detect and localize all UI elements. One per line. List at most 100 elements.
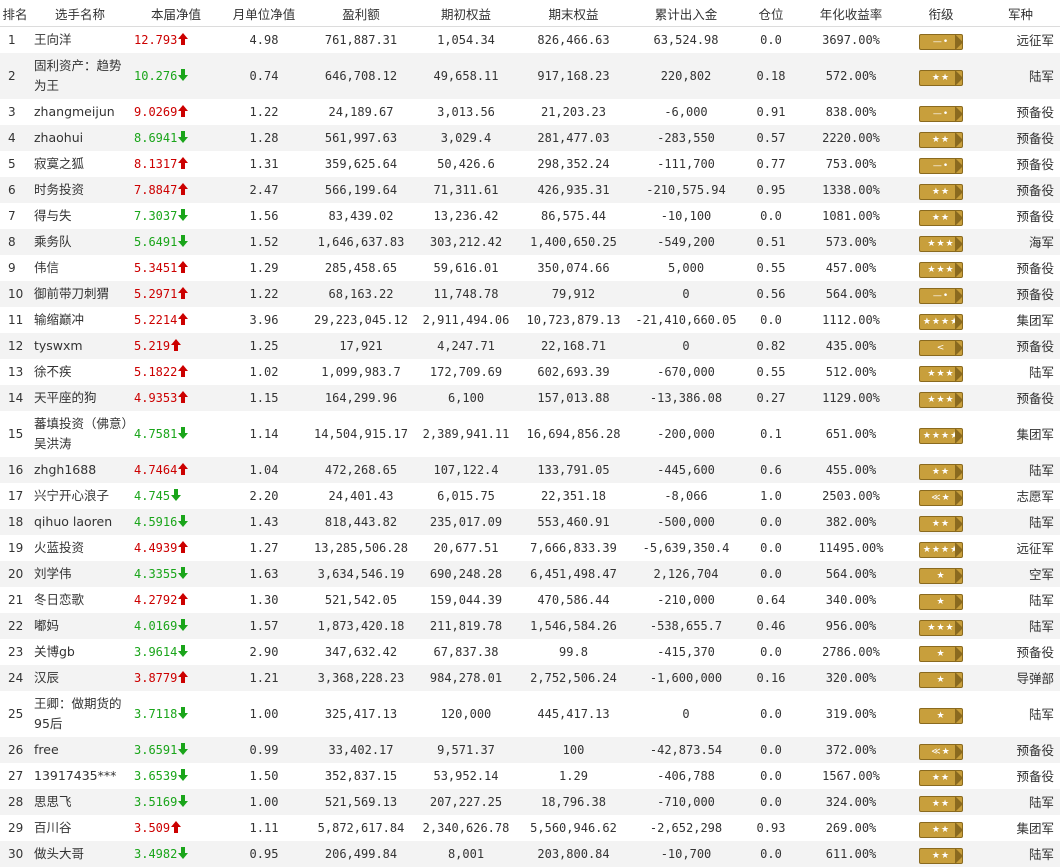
rank-badge-cell: ★ (901, 587, 981, 613)
military-rank-badge-icon: ★ (919, 594, 963, 610)
military-rank-badge-icon: —• (919, 158, 963, 174)
rank-cell: 11 (8, 312, 24, 327)
start-equity: 211,819.78 (416, 612, 516, 639)
player-name[interactable]: 冬日恋歌 (30, 587, 130, 613)
player-name[interactable]: 做头大哥 (30, 840, 130, 867)
player-name[interactable]: 思思飞 (30, 788, 130, 815)
service-branch: 预备役 (1016, 209, 1054, 224)
military-rank-badge-icon: ★★★ (919, 236, 963, 252)
nav-value: 8.6941 (134, 131, 178, 145)
table-row: 3 zhangmeijun 9.0269 1.22 24,189.67 3,013.56 2… (0, 99, 1060, 125)
player-name[interactable]: 嘟妈 (30, 612, 130, 639)
rank-badge-cell: ★ (901, 560, 981, 587)
player-name[interactable]: 关博gb (30, 639, 130, 665)
monthly-nav: 2.47 (222, 176, 306, 203)
nav-value: 3.6591 (134, 743, 178, 757)
player-name[interactable]: tyswxm (30, 332, 130, 359)
table-row: 21 冬日恋歌 4.2792 1.30 521,542.05 159,044.39 470,… (0, 587, 1060, 613)
net-flow: -710,000 (631, 788, 741, 815)
column-header[interactable]: 衔级 (901, 0, 981, 27)
profit-cell: 33,402.17 (306, 736, 416, 763)
net-flow: 0 (631, 280, 741, 307)
arrow-up-icon (178, 157, 189, 169)
start-equity: 107,122.4 (416, 456, 516, 483)
position-cell: 0.0 (760, 540, 782, 555)
column-header[interactable]: 排名 (0, 0, 30, 27)
player-name[interactable]: 伟信 (30, 255, 130, 281)
player-name[interactable]: 王卿：做期货的95后 (30, 691, 130, 737)
column-header[interactable]: 月单位净值 (222, 0, 306, 27)
nav-value: 4.7581 (134, 427, 178, 441)
player-name[interactable]: 徐不疾 (30, 359, 130, 385)
end-equity: 445,417.13 (537, 706, 610, 721)
player-name[interactable]: 寂寞之狐 (30, 151, 130, 177)
net-flow: -21,410,660.05 (635, 312, 737, 327)
column-header[interactable]: 仓位 (741, 0, 801, 27)
column-header[interactable]: 本届净值 (130, 0, 222, 27)
player-name[interactable]: zhgh1688 (30, 456, 130, 483)
profit-cell: 5,872,617.84 (317, 820, 405, 835)
column-header[interactable]: 期末权益 (516, 0, 631, 27)
column-header[interactable]: 盈利额 (306, 0, 416, 27)
monthly-nav: 1.15 (222, 384, 306, 411)
column-header[interactable]: 军种 (981, 0, 1060, 27)
player-name[interactable]: 百川谷 (30, 815, 130, 841)
player-name[interactable]: qihuo laoren (30, 508, 130, 535)
position-cell: 0.51 (741, 228, 801, 255)
rank-cell: 2 (0, 52, 30, 99)
start-equity: 49,658.11 (416, 52, 516, 99)
player-name[interactable]: 火蓝投资 (30, 535, 130, 561)
player-name[interactable]: 时务投资 (30, 176, 130, 203)
position-cell: 0.82 (741, 332, 801, 359)
end-equity: 602,693.39 (537, 364, 610, 379)
column-header[interactable]: 累计出入金 (631, 0, 741, 27)
column-header[interactable]: 年化收益率 (801, 0, 901, 27)
monthly-nav: 1.21 (222, 664, 306, 691)
player-name[interactable]: 输缩巅冲 (30, 307, 130, 333)
net-flow: 220,802 (631, 52, 741, 99)
rank-badge-cell: —• (901, 151, 981, 177)
profit-cell: 761,887.31 (324, 32, 398, 47)
end-equity: 18,796.38 (516, 788, 631, 815)
nav-value: 5.3451 (134, 261, 178, 275)
player-name[interactable]: zhaohui (30, 124, 130, 151)
player-name[interactable]: zhangmeijun (30, 99, 130, 125)
rank-badge-cell: ★★★★ (901, 535, 981, 561)
position-cell: 0.0 (741, 508, 801, 535)
position-cell: 0.6 (741, 456, 801, 483)
monthly-nav: 1.28 (222, 124, 306, 151)
arrow-up-icon (178, 313, 189, 325)
column-header[interactable]: 选手名称 (30, 0, 130, 27)
start-equity: 984,278.01 (416, 664, 516, 691)
nav-value: 3.5169 (134, 795, 178, 809)
nav-value: 8.1317 (134, 157, 178, 171)
player-name[interactable]: 王向洋 (30, 27, 130, 53)
rank-cell: 25 (8, 706, 24, 721)
column-header[interactable]: 期初权益 (416, 0, 516, 27)
service-branch: 志愿军 (1016, 489, 1054, 504)
player-name[interactable]: 兴宁开心浪子 (30, 483, 130, 509)
player-name[interactable]: 得与失 (30, 203, 130, 229)
player-name[interactable]: 天平座的狗 (30, 384, 130, 411)
monthly-nav: 1.43 (222, 508, 306, 535)
monthly-nav: 2.90 (249, 644, 279, 659)
player-name[interactable]: free (30, 736, 130, 763)
rank-badge-cell: ★★★ (901, 255, 981, 281)
player-name[interactable]: 汉辰 (30, 664, 130, 691)
player-name[interactable]: 御前带刀刺猬 (30, 280, 130, 307)
arrow-up-icon (178, 541, 189, 553)
end-equity: 203,800.84 (516, 840, 631, 867)
player-name[interactable]: 13917435*** (30, 763, 130, 789)
annual-return: 753.00% (825, 156, 877, 171)
profit-cell: 347,632.42 (324, 644, 398, 659)
nav-cell: 3.7118 (130, 691, 222, 737)
monthly-nav: 1.29 (249, 260, 279, 275)
nav-value: 5.1822 (134, 365, 178, 379)
player-name[interactable]: 蕃填投资（佛意）吴洪涛 (30, 411, 130, 457)
player-name[interactable]: 固利资产：趋势为王 (30, 52, 130, 99)
player-name[interactable]: 刘学伟 (30, 560, 130, 587)
arrow-up-icon (178, 391, 189, 403)
nav-cell: 4.745 (130, 483, 222, 509)
annual-return: 2503.00% (822, 488, 880, 503)
player-name[interactable]: 乘务队 (30, 228, 130, 255)
